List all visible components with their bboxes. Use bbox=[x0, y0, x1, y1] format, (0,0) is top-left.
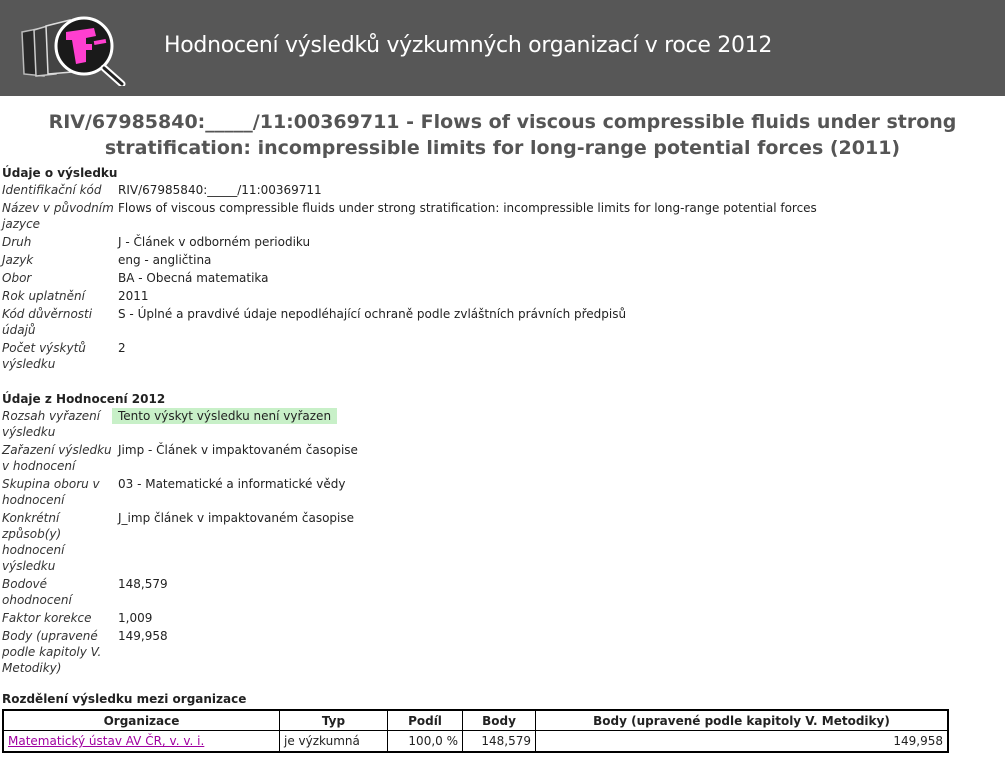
field-value: J_imp článek v impaktovaném časopise bbox=[118, 511, 355, 525]
site-header: Hodnocení výsledků výzkumných organizací… bbox=[0, 0, 1005, 96]
result-row-confidentiality: Kód důvěrnosti údajů S - Úplné a pravdiv… bbox=[2, 306, 1005, 338]
distribution-section-heading: Rozdělení výsledku mezi organizace bbox=[2, 692, 247, 706]
field-label: Zařazení výsledku v hodnocení bbox=[2, 443, 112, 473]
points-cell: 148,579 bbox=[462, 730, 536, 753]
field-label: Identifikační kód bbox=[2, 183, 102, 197]
field-label: Faktor korekce bbox=[2, 611, 92, 625]
field-value: Flows of viscous compressible fluids und… bbox=[118, 201, 817, 215]
result-row-type: Druh J - Článek v odborném periodiku bbox=[2, 234, 1005, 250]
field-value: 148,579 bbox=[118, 577, 168, 591]
result-row-language: Jazyk eng - angličtina bbox=[2, 252, 1005, 268]
exclusion-status-badge: Tento výskyt výsledku není vyřazen bbox=[112, 408, 338, 424]
field-label: Skupina oboru v hodnocení bbox=[2, 477, 100, 507]
magnifier-logo-icon bbox=[21, 16, 126, 86]
field-label: Jazyk bbox=[2, 253, 34, 267]
field-label: Rok uplatnění bbox=[2, 289, 85, 303]
field-label: Obor bbox=[2, 271, 32, 285]
page-title-line-1: RIV/67985840:_____/11:00369711 - Flows o… bbox=[48, 111, 957, 133]
evaluation-row-field-group: Skupina oboru v hodnocení 03 - Matematic… bbox=[2, 476, 1005, 508]
result-row-original-title: Název v původním jazyce Flows of viscous… bbox=[2, 200, 1005, 232]
evaluation-row-points: Bodové ohodnocení 148,579 bbox=[2, 576, 1005, 608]
evaluation-row-correction: Faktor korekce 1,009 bbox=[2, 610, 1005, 626]
field-value: eng - angličtina bbox=[118, 253, 212, 267]
result-row-year: Rok uplatnění 2011 bbox=[2, 288, 1005, 304]
field-value: 2 bbox=[118, 341, 126, 355]
field-value: J - Článek v odborném periodiku bbox=[118, 235, 311, 249]
column-header: Podíl bbox=[387, 709, 463, 731]
result-row-occurrences: Počet výskytů výsledku 2 bbox=[2, 340, 1005, 372]
evaluation-row-exclusion: Rozsah vyřazení výsledku Tento výskyt vý… bbox=[2, 408, 1005, 440]
field-label: Bodové ohodnocení bbox=[2, 577, 72, 607]
header-title: Hodnocení výsledků výzkumných organizací… bbox=[164, 33, 773, 58]
adjusted-points-cell: 149,958 bbox=[535, 730, 949, 753]
type-cell: je výzkumná bbox=[279, 730, 388, 753]
evaluation-row-adjusted-points: Body (upravené podle kapitoly V. Metodik… bbox=[2, 628, 1005, 676]
field-label: Počet výskytů výsledku bbox=[2, 341, 86, 371]
field-value: 1,009 bbox=[118, 611, 153, 625]
organization-link[interactable]: Matematický ústav AV ČR, v. v. i. bbox=[8, 734, 204, 748]
page-title: RIV/67985840:_____/11:00369711 - Flows o… bbox=[0, 109, 1005, 161]
field-label: Rozsah vyřazení výsledku bbox=[2, 409, 101, 439]
column-header: Body (upravené podle kapitoly V. Metodik… bbox=[535, 709, 949, 731]
field-value-wrap: Tento výskyt výsledku není vyřazen bbox=[112, 408, 338, 440]
field-value: RIV/67985840:_____/11:00369711 bbox=[118, 183, 322, 197]
field-label: Kód důvěrnosti údajů bbox=[2, 307, 93, 337]
field-label: Název v původním jazyce bbox=[2, 201, 114, 231]
field-label: Body (upravené podle kapitoly V. Metodik… bbox=[2, 629, 102, 675]
field-value: S - Úplné a pravdivé údaje nepodléhající… bbox=[118, 307, 627, 321]
field-value: 149,958 bbox=[118, 629, 168, 643]
result-row-field: Obor BA - Obecná matematika bbox=[2, 270, 1005, 286]
share-cell: 100,0 % bbox=[387, 730, 463, 753]
table-header-row: Organizace Typ Podíl Body Body (upravené… bbox=[2, 709, 949, 731]
distribution-table: Organizace Typ Podíl Body Body (upravené… bbox=[2, 709, 949, 753]
result-section-heading: Údaje o výsledku bbox=[2, 166, 118, 180]
evaluation-section-heading: Údaje z Hodnocení 2012 bbox=[2, 392, 166, 406]
field-value: BA - Obecná matematika bbox=[118, 271, 269, 285]
field-label: Druh bbox=[2, 235, 32, 249]
page-title-line-2: stratification: incompressible limits fo… bbox=[104, 137, 901, 159]
evaluation-row-method: Konkrétní způsob(y) hodnocení výsledku J… bbox=[2, 510, 1005, 574]
column-header: Organizace bbox=[2, 709, 280, 731]
evaluation-row-classification: Zařazení výsledku v hodnocení Jimp - Člá… bbox=[2, 442, 1005, 474]
column-header: Body bbox=[462, 709, 536, 731]
field-value: Jimp - Článek v impaktovaném časopise bbox=[118, 443, 358, 457]
table-row: Matematický ústav AV ČR, v. v. i. je výz… bbox=[2, 730, 949, 753]
column-header: Typ bbox=[279, 709, 388, 731]
field-label: Konkrétní způsob(y) hodnocení výsledku bbox=[2, 511, 65, 573]
result-row-id-code: Identifikační kód RIV/67985840:_____/11:… bbox=[2, 182, 1005, 198]
field-value: 03 - Matematické a informatické vědy bbox=[118, 477, 346, 491]
org-cell: Matematický ústav AV ČR, v. v. i. bbox=[2, 730, 280, 753]
field-value: 2011 bbox=[118, 289, 149, 303]
